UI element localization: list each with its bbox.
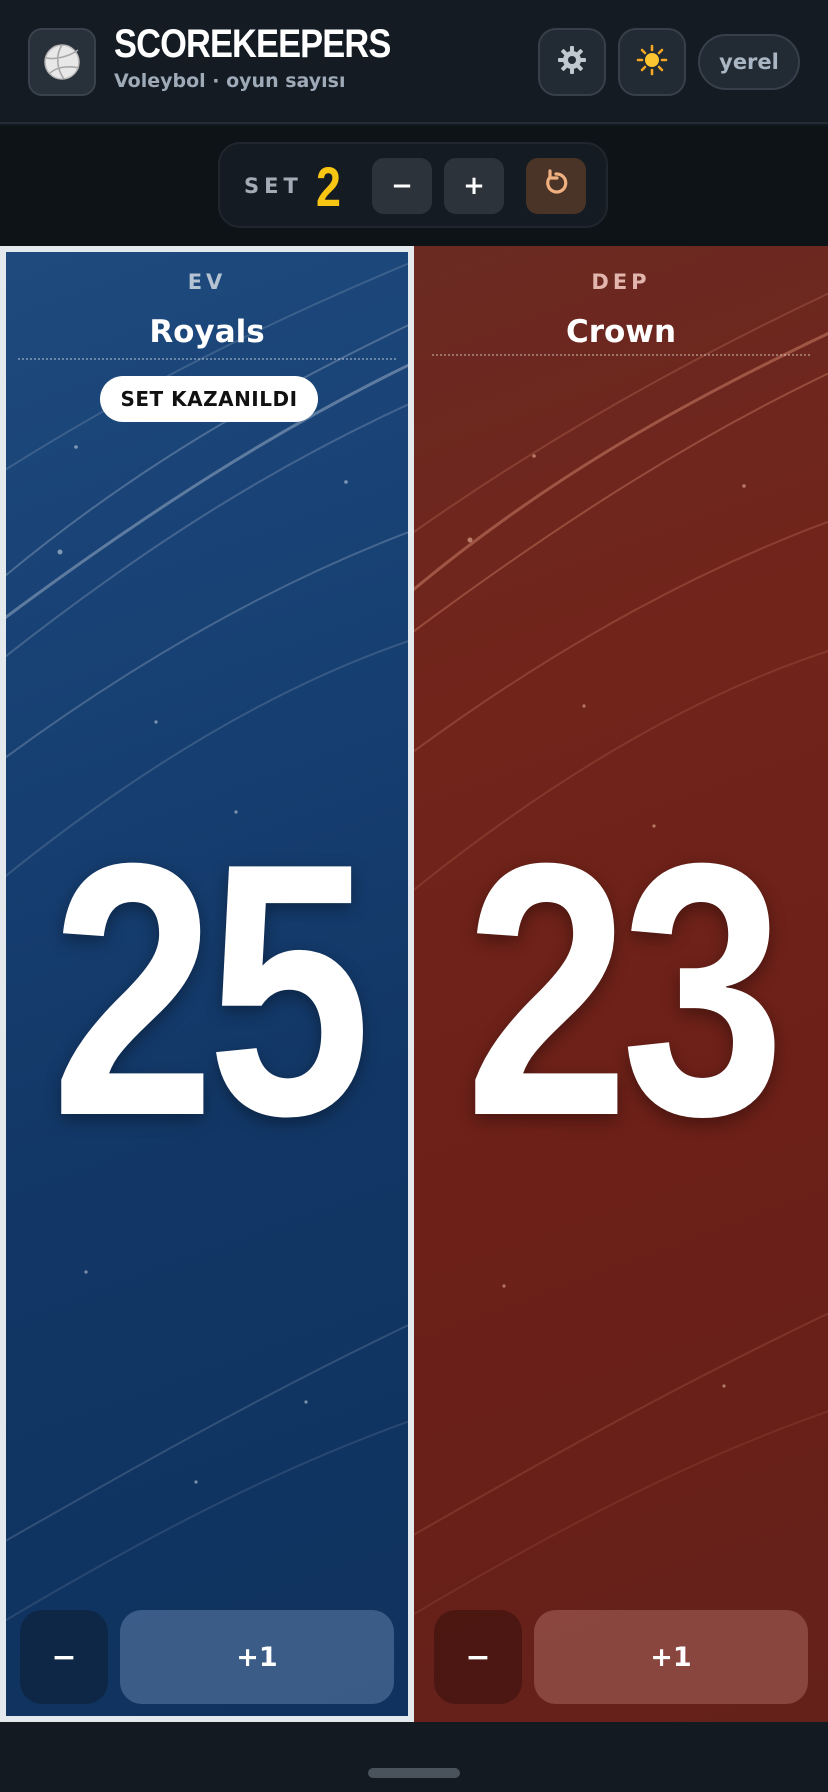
away-increment-button[interactable]: +1 xyxy=(534,1610,808,1704)
set-label: SET xyxy=(244,174,303,198)
theme-toggle-button[interactable] xyxy=(618,28,686,96)
set-won-badge: SET KAZANILDI xyxy=(100,376,318,422)
set-bar-area: SET 2 − + xyxy=(0,126,828,246)
home-side-label: EV xyxy=(187,270,227,294)
reset-icon xyxy=(541,168,571,205)
gear-icon xyxy=(556,44,588,80)
set-decrement-button[interactable]: − xyxy=(372,158,432,214)
away-team-name[interactable]: Crown xyxy=(414,314,828,350)
settings-button[interactable] xyxy=(538,28,606,96)
app-title: SCOREKEEPERS xyxy=(114,22,391,66)
mode-button[interactable]: yerel xyxy=(698,34,800,90)
bottom-bar xyxy=(0,1722,828,1792)
set-increment-button[interactable]: + xyxy=(444,158,504,214)
away-team-panel[interactable]: DEP Crown 23 − +1 xyxy=(414,246,828,1722)
home-score[interactable]: 25 xyxy=(42,810,372,1170)
home-indicator[interactable] xyxy=(368,1768,460,1778)
home-team-name[interactable]: Royals xyxy=(6,314,408,350)
set-control: SET 2 − + xyxy=(218,142,608,228)
home-divider xyxy=(18,358,396,360)
set-number: 2 xyxy=(316,155,341,218)
volleyball-icon xyxy=(28,28,96,96)
home-decrement-button[interactable]: − xyxy=(20,1610,108,1704)
away-score[interactable]: 23 xyxy=(451,810,790,1170)
away-divider xyxy=(432,354,810,356)
sun-icon xyxy=(636,44,668,80)
app-header: SCOREKEEPERS Voleybol · oyun sayısı yere… xyxy=(0,0,828,124)
home-team-panel[interactable]: EV Royals SET KAZANILDI 25 − +1 xyxy=(0,246,414,1722)
away-side-label: DEP xyxy=(591,270,651,294)
reset-button[interactable] xyxy=(526,158,586,214)
away-decrement-button[interactable]: − xyxy=(434,1610,522,1704)
app-subtitle: Voleybol · oyun sayısı xyxy=(114,70,346,92)
home-increment-button[interactable]: +1 xyxy=(120,1610,394,1704)
